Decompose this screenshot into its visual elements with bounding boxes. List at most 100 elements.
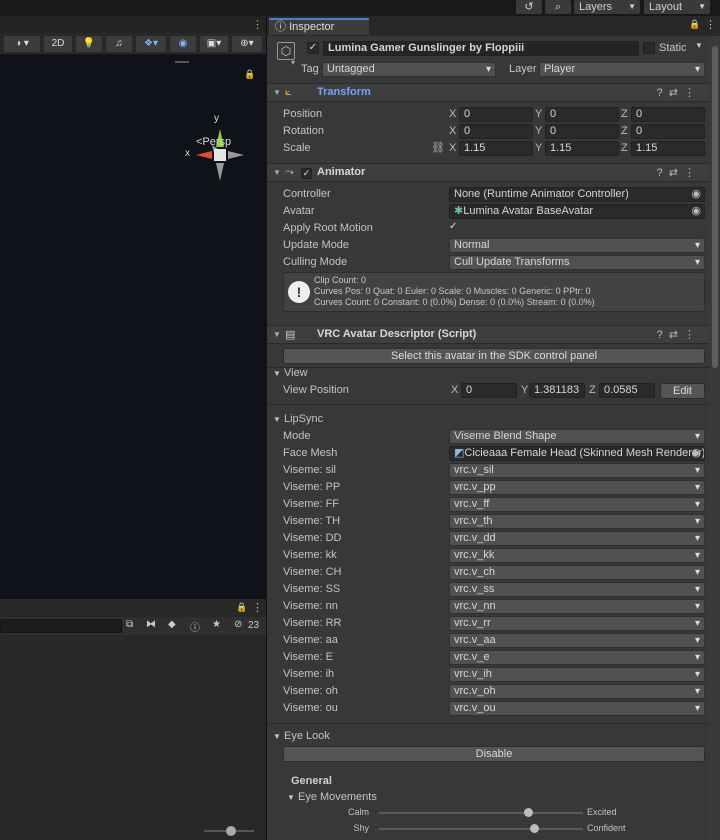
inspector-scrollbar-thumb[interactable] bbox=[712, 46, 718, 368]
label-filter-icon[interactable]: ◆ bbox=[168, 619, 176, 630]
viseme-dropdown[interactable]: vrc.v_dd bbox=[449, 531, 705, 546]
favorite-icon[interactable]: ★ bbox=[212, 619, 221, 630]
fold-arrow-icon[interactable]: ▼ LipSync bbox=[273, 413, 323, 425]
active-checkbox[interactable]: ✓ bbox=[307, 42, 319, 54]
more-icon[interactable]: ⋮ bbox=[252, 601, 263, 614]
camera-icon[interactable]: ▣▾ bbox=[200, 36, 228, 52]
tab-inspector[interactable]: ⓘ Inspector bbox=[269, 18, 369, 35]
animator-enabled-checkbox[interactable]: ✓ bbox=[301, 168, 312, 179]
apply-root-motion-checkbox[interactable]: ✓ bbox=[449, 221, 461, 233]
object-picker-icon[interactable]: ◉ bbox=[691, 205, 701, 218]
constrain-proportions-icon[interactable]: ⛓ bbox=[431, 141, 445, 154]
hidden-packages-icon[interactable]: ⊘ bbox=[234, 619, 242, 630]
project-search-input[interactable] bbox=[0, 619, 122, 633]
more-icon[interactable]: ⋮ bbox=[705, 18, 716, 31]
viseme-dropdown[interactable]: vrc.v_ch bbox=[449, 565, 705, 580]
viseme-dropdown[interactable]: vrc.v_ou bbox=[449, 701, 705, 716]
layer-dropdown[interactable]: Player bbox=[539, 62, 705, 77]
viseme-dropdown[interactable]: vrc.v_rr bbox=[449, 616, 705, 631]
view-position-z-input[interactable]: 0.0585 bbox=[599, 383, 655, 398]
position-x-input[interactable]: 0 bbox=[459, 107, 533, 122]
lock-icon[interactable]: 🔒 bbox=[689, 19, 700, 30]
viseme-dropdown[interactable]: vrc.v_oh bbox=[449, 684, 705, 699]
update-mode-dropdown[interactable]: Normal bbox=[449, 238, 705, 253]
orientation-gizmo[interactable] bbox=[190, 125, 250, 185]
fold-arrow-icon[interactable]: ▼ View bbox=[273, 367, 308, 379]
viseme-dropdown[interactable]: vrc.v_e bbox=[449, 650, 705, 665]
rotation-x-input[interactable]: 0 bbox=[459, 124, 533, 139]
x-axis-cone[interactable] bbox=[196, 151, 212, 159]
2d-toggle[interactable]: 2D bbox=[44, 36, 72, 52]
vrc-descriptor-header[interactable]: ▼ ▤ VRC Avatar Descriptor (Script) ?⇄⋮ bbox=[267, 325, 709, 344]
viseme-dropdown[interactable]: vrc.v_ss bbox=[449, 582, 705, 597]
avatar-field[interactable]: ✱Lumina Avatar BaseAvatar ◉ bbox=[449, 204, 705, 219]
tag-dropdown[interactable]: Untagged bbox=[322, 62, 496, 77]
eye-movement-slider-knob[interactable] bbox=[530, 824, 540, 833]
fold-arrow-icon[interactable]: ▼ Eye Look bbox=[273, 730, 330, 742]
transform-header[interactable]: ▼ ⟀ Transform ?⇄⋮ bbox=[267, 83, 709, 102]
select-avatar-sdk-button[interactable]: Select this avatar in the SDK control pa… bbox=[283, 348, 705, 364]
visibility-icon[interactable]: ◉ bbox=[170, 36, 196, 52]
edit-view-button[interactable]: Edit bbox=[660, 383, 705, 399]
scale-y-input[interactable]: 1.15 bbox=[545, 141, 619, 156]
eye-movement-slider-track[interactable] bbox=[379, 828, 583, 830]
shading-mode-button[interactable]: ◑ ▾ bbox=[4, 36, 40, 52]
rotation-y-input[interactable]: 0 bbox=[545, 124, 619, 139]
type-filter-icon[interactable]: ⧓ bbox=[146, 619, 156, 630]
layers-dropdown[interactable]: Layers ▼ bbox=[574, 0, 640, 14]
history-icon[interactable]: ↺ bbox=[516, 0, 542, 14]
viseme-dropdown[interactable]: vrc.v_ih bbox=[449, 667, 705, 682]
icon-size-slider-knob[interactable] bbox=[226, 826, 236, 836]
object-picker-icon[interactable]: ◉ bbox=[691, 447, 701, 460]
eye-movements-foldout[interactable]: ▼ Eye Movements bbox=[287, 791, 377, 803]
view-position-x-input[interactable]: 0 bbox=[461, 383, 517, 398]
layout-dropdown[interactable]: Layout ▼ bbox=[644, 0, 710, 14]
static-checkbox[interactable] bbox=[643, 42, 655, 54]
controller-field[interactable]: None (Runtime Animator Controller) ◉ bbox=[449, 187, 705, 202]
animator-header[interactable]: ▼ ⤳ ✓ Animator ?⇄⋮ bbox=[267, 163, 709, 182]
component-icons[interactable]: ?⇄⋮ bbox=[657, 166, 701, 179]
lock-icon[interactable]: 🔒 bbox=[244, 69, 255, 80]
position-z-input[interactable]: 0 bbox=[631, 107, 705, 122]
scale-x-input[interactable]: 1.15 bbox=[459, 141, 533, 156]
general-label: General bbox=[291, 775, 332, 787]
object-name-input[interactable]: Lumina Gamer Gunslinger by Floppiii bbox=[323, 41, 639, 56]
viseme-dropdown[interactable]: vrc.v_th bbox=[449, 514, 705, 529]
eye-movement-slider-knob[interactable] bbox=[523, 808, 533, 817]
neg-x-axis-cone[interactable] bbox=[228, 151, 244, 159]
culling-mode-dropdown[interactable]: Cull Update Transforms bbox=[449, 255, 705, 270]
info-icon[interactable]: ⓘ bbox=[190, 619, 200, 634]
gizmo-center[interactable] bbox=[214, 149, 226, 161]
effects-icon[interactable]: ❖▾ bbox=[136, 36, 166, 52]
info-icon: ⓘ bbox=[275, 21, 290, 33]
filter-icon[interactable]: ⧉ bbox=[126, 619, 133, 630]
eye-movement-slider-track[interactable] bbox=[379, 812, 583, 814]
gizmos-icon[interactable]: ⊕▾ bbox=[232, 36, 262, 52]
rotation-z-input[interactable]: 0 bbox=[631, 124, 705, 139]
face-mesh-field[interactable]: ◩Cicieaaa Female Head (Skinned Mesh Rend… bbox=[449, 446, 705, 461]
viseme-dropdown[interactable]: vrc.v_aa bbox=[449, 633, 705, 648]
viseme-dropdown[interactable]: vrc.v_kk bbox=[449, 548, 705, 563]
viseme-dropdown[interactable]: vrc.v_nn bbox=[449, 599, 705, 614]
component-icons[interactable]: ?⇄⋮ bbox=[657, 86, 701, 99]
lighting-icon[interactable]: 💡 bbox=[76, 36, 102, 52]
viseme-dropdown[interactable]: vrc.v_pp bbox=[449, 480, 705, 495]
viseme-dropdown[interactable]: vrc.v_sil bbox=[449, 463, 705, 478]
position-y-input[interactable]: 0 bbox=[545, 107, 619, 122]
component-icons[interactable]: ?⇄⋮ bbox=[657, 328, 701, 341]
lipsync-mode-dropdown[interactable]: Viseme Blend Shape bbox=[449, 429, 705, 444]
lock-icon[interactable]: 🔒 bbox=[236, 602, 247, 613]
scale-z-input[interactable]: 1.15 bbox=[631, 141, 705, 156]
view-position-y-input[interactable]: 1.381183 bbox=[529, 383, 585, 398]
more-icon[interactable]: ⋮ bbox=[252, 18, 263, 31]
viseme-dropdown[interactable]: vrc.v_ff bbox=[449, 497, 705, 512]
static-dropdown-caret[interactable]: ▼ bbox=[695, 41, 703, 50]
object-picker-icon[interactable]: ◉ bbox=[691, 188, 701, 201]
neg-y-axis-cone[interactable] bbox=[216, 163, 224, 181]
search-icon[interactable]: ⌕ bbox=[545, 0, 571, 14]
projection-label[interactable]: <Persp bbox=[196, 136, 231, 148]
audio-icon[interactable]: ♫ bbox=[106, 36, 132, 52]
eye-look-disable-button[interactable]: Disable bbox=[283, 746, 705, 762]
icon-dropdown-caret[interactable]: ▾ bbox=[291, 58, 295, 67]
viseme-label: Viseme: E bbox=[283, 651, 333, 663]
